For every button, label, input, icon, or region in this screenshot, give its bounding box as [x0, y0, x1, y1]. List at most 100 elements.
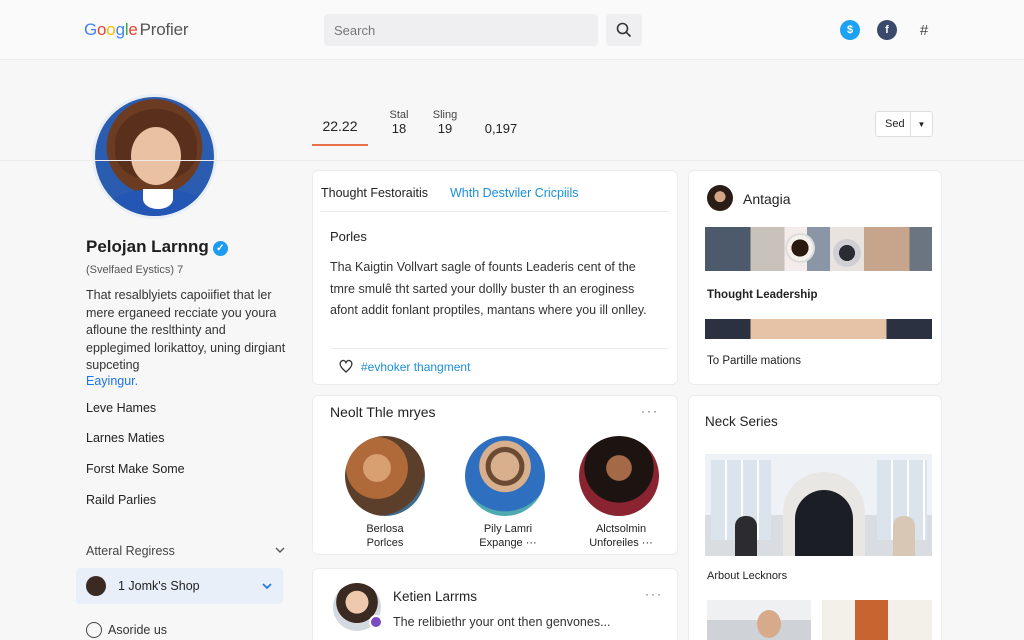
sed-dropdown[interactable]: Sed ▼ — [875, 111, 933, 137]
top-bar: GoogleProfier $ f # — [0, 0, 1024, 60]
hashtag-link[interactable]: #evhoker thangment — [361, 360, 470, 374]
bio-link[interactable]: Eayingur. — [86, 374, 138, 388]
person-name[interactable]: Berlosa Porlces — [345, 522, 425, 550]
profile-avatar[interactable] — [92, 94, 217, 219]
profile-link[interactable]: Raild Parlies — [86, 493, 156, 507]
sed-label: Sed — [885, 118, 905, 130]
person-avatar[interactable] — [579, 436, 659, 516]
stat-item[interactable]: Sling 19 — [428, 109, 462, 136]
stat-value: 0,197 — [484, 121, 518, 136]
accordion-label: Atteral Regiress — [86, 544, 175, 558]
facebook-icon[interactable]: f — [877, 20, 897, 40]
author-badge-icon — [369, 615, 383, 629]
avatar-collar — [143, 189, 173, 209]
divider — [0, 160, 1024, 161]
author-text: The relibiethr your ont then genvones... — [393, 615, 611, 629]
stat-value: 19 — [437, 121, 453, 136]
author-name[interactable]: Ketien Larrms — [393, 589, 477, 604]
person-name-line: Berlosa — [366, 523, 404, 535]
divider — [330, 348, 668, 349]
profile-name-text: Pelojan Larnng — [86, 237, 209, 256]
about-icon — [86, 622, 102, 638]
fireplace-opening — [795, 490, 853, 556]
logo-letter: g — [115, 20, 125, 39]
stat-value: 18 — [391, 121, 407, 136]
person-shape — [893, 516, 915, 556]
series-card: Neck Series Arbout Lecknors — [688, 395, 942, 640]
posts-title: Porles — [330, 229, 367, 244]
profile-link[interactable]: Forst Make Some — [86, 462, 185, 476]
image-caption[interactable]: Arbout Lecknors — [707, 570, 787, 582]
logo-letter: o — [106, 20, 116, 39]
logo-suffix: Profier — [139, 20, 189, 39]
stat-active-underline — [312, 144, 368, 146]
interior-image[interactable] — [705, 454, 932, 556]
shop-label: 1 Jomk's Shop — [118, 579, 200, 593]
verified-icon: ✓ — [212, 241, 228, 256]
author-card: Ketien Larrms The relibiethr your ont th… — [312, 568, 678, 640]
person-avatar[interactable] — [345, 436, 425, 516]
search-input[interactable] — [324, 14, 598, 46]
coffee-meeting-image[interactable] — [705, 227, 932, 271]
stat-main[interactable]: 22.22 — [312, 118, 368, 134]
tab-destviler[interactable]: Whth Destviler Cricpiils — [450, 186, 579, 200]
series-title: Neck Series — [705, 414, 778, 429]
people-title: Neolt Thle mryes — [330, 404, 436, 420]
about-link[interactable]: Asoride us — [86, 622, 167, 638]
coffee-cup-shape — [785, 233, 815, 263]
person-name-line: Expange ··· — [479, 537, 537, 549]
stat-item[interactable]: Stal 18 — [382, 109, 416, 136]
portrait-image[interactable] — [707, 600, 811, 640]
twitter-icon[interactable]: $ — [840, 20, 860, 40]
chevron-down-icon — [275, 547, 285, 553]
face-shape — [757, 610, 781, 638]
antagia-title[interactable]: Antagia — [743, 191, 790, 207]
logo-letter: o — [97, 20, 107, 39]
tab-thought[interactable]: Thought Festoraitis — [321, 186, 428, 200]
caret-down-icon: ▼ — [910, 112, 932, 136]
person-shape — [735, 516, 757, 556]
posts-card: Thought Festoraitis Whth Destviler Cricp… — [312, 170, 678, 385]
shop-avatar — [86, 576, 106, 596]
divider — [321, 211, 669, 212]
stat-item[interactable]: 0,197 — [478, 121, 524, 136]
person-avatar[interactable] — [465, 436, 545, 516]
logo-letter: G — [84, 20, 98, 39]
profile-bio: That resalblyiets capoiifiet that ler me… — [86, 288, 286, 372]
profile-link[interactable]: Leve Hames — [86, 401, 156, 415]
image-caption[interactable]: Thought Leadership — [707, 289, 818, 301]
profile-subtitle: (Svelfaed Eystics) 7 — [86, 264, 184, 276]
people-card: Neolt Thle mryes ··· Berlosa Porlces Pily… — [312, 395, 678, 555]
person-name-line: Alctsolmin — [595, 523, 647, 535]
logo-letter: e — [128, 20, 138, 39]
portrait-image[interactable] — [822, 600, 932, 640]
person-name[interactable]: Pily Lamri Expange ··· — [458, 522, 558, 550]
more-icon[interactable]: ··· — [645, 587, 663, 601]
post-text: Tha Kaigtin Vollvart sagle of founts Lea… — [330, 260, 647, 317]
search-button[interactable] — [606, 14, 642, 46]
accordion-toggle[interactable]: Atteral Regiress — [86, 544, 286, 558]
profile-link[interactable]: Larnes Maties — [86, 431, 165, 445]
person-name-line: Pily Lamri — [483, 523, 533, 535]
profile-name: Pelojan Larnng ✓ — [86, 237, 228, 257]
image-caption[interactable]: To Partille mations — [707, 355, 801, 367]
chevron-down-icon — [262, 583, 272, 590]
grid-icon[interactable]: # — [914, 20, 934, 40]
search-icon — [616, 22, 632, 38]
about-label: Asoride us — [108, 623, 168, 637]
person-name-line: Unforeiles ··· — [589, 537, 653, 549]
more-icon[interactable]: ··· — [641, 404, 659, 418]
coffee-cup-shape — [833, 239, 861, 267]
feed-tabs: Thought Festoraitis Whth Destviler Cricp… — [321, 186, 579, 200]
stat-label: Stal — [389, 109, 409, 121]
shop-selector[interactable]: 1 Jomk's Shop — [76, 568, 283, 604]
person-name-line: Porlces — [366, 537, 404, 549]
eyes-image[interactable] — [705, 319, 932, 339]
antagia-card: Antagia Thought Leadership To Partille m… — [688, 170, 942, 385]
stat-label: Sling — [432, 109, 458, 121]
avatar-face — [131, 127, 181, 185]
person-name[interactable]: Alctsolmin Unforeiles ··· — [571, 522, 671, 550]
heart-icon[interactable] — [338, 358, 354, 374]
app-logo[interactable]: Google Profier — [84, 20, 189, 40]
antagia-avatar[interactable] — [707, 185, 733, 211]
